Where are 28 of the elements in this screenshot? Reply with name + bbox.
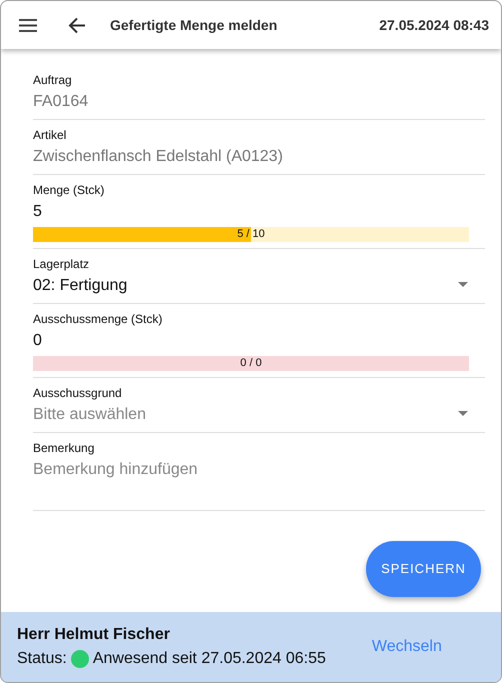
field-label: Bemerkung (33, 440, 96, 456)
page-title: Gefertigte Menge melden (110, 16, 278, 35)
field-value: Zwischenflansch Edelstahl (A0123) (33, 147, 284, 167)
status-label: Status: (17, 649, 67, 669)
dropdown-caret-icon[interactable] (458, 282, 468, 287)
user-name: Herr Helmut Fischer (17, 625, 171, 645)
dropdown-field[interactable]: 02: Fertigung (33, 275, 128, 297)
date-time: 27.05.2024 08:43 (379, 16, 489, 34)
quantity-input[interactable]: 5 (33, 201, 485, 223)
field-label: Lagerplatz (33, 256, 90, 272)
field-value: FA0164 (33, 92, 90, 112)
dropdown-caret-icon[interactable] (458, 411, 468, 416)
field-label: Auftrag (33, 72, 73, 88)
field-label: Artikel (33, 127, 68, 143)
field-label: Menge (Stck) (33, 182, 106, 198)
quantity-input[interactable]: 0 (33, 330, 485, 352)
progress-reading: 0 / 0 (240, 356, 262, 371)
status-dot (70, 650, 89, 668)
switch-link[interactable]: Wechseln (372, 635, 442, 659)
field-label: Ausschussmenge (Stck) (33, 311, 164, 327)
field-label: Ausschussgrund (33, 385, 123, 401)
dropdown-field[interactable]: Bitte auswählen (33, 404, 146, 426)
menu-icon[interactable] (19, 18, 37, 32)
status-text: Anwesend seit 27.05.2024 06:55 (92, 649, 326, 669)
save-button[interactable]: SPEICHERN (366, 541, 481, 597)
comment-field[interactable]: Bemerkung hinzufügen (33, 459, 485, 504)
back-arrow-icon[interactable] (68, 16, 86, 34)
progress-reading: 5 / 10 (237, 227, 265, 242)
